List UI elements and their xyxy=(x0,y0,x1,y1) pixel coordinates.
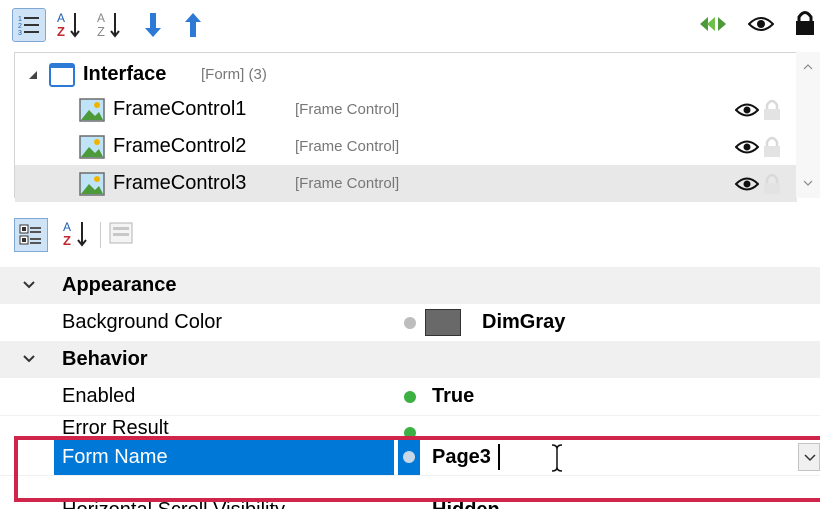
sort-az-alt-icon: A Z xyxy=(97,11,120,39)
category-behavior[interactable]: Behavior xyxy=(0,341,820,378)
property-toolbar: A Z xyxy=(0,208,820,263)
lock-icon xyxy=(796,11,814,35)
form-icon xyxy=(49,62,75,87)
lock-icon[interactable] xyxy=(763,99,781,121)
property-row-enabled[interactable]: Enabled True xyxy=(0,378,820,416)
chevron-down-icon[interactable] xyxy=(22,278,36,292)
alphabetical-properties-button[interactable]: A Z xyxy=(60,218,92,252)
status-dot-icon xyxy=(404,317,416,329)
categorized-view-icon: 1 2 3 xyxy=(18,16,39,37)
property-label: Error Result xyxy=(62,417,169,437)
sort-az-icon: A Z xyxy=(63,220,87,248)
tree-item-framecontrol1[interactable]: FrameControl1 [Frame Control] xyxy=(15,91,797,128)
eye-icon[interactable] xyxy=(735,103,759,117)
svg-text:3: 3 xyxy=(18,30,22,37)
category-label: Appearance xyxy=(62,274,177,296)
tree-item-type: [Frame Control] xyxy=(295,175,400,192)
property-pages-icon xyxy=(109,222,133,244)
tree-item-label: FrameControl1 xyxy=(113,98,247,120)
property-pages-button[interactable] xyxy=(108,220,138,250)
lock-toggle-all[interactable] xyxy=(794,10,816,41)
categorized-properties-icon xyxy=(19,224,41,245)
highlight-annotation-box xyxy=(14,436,820,502)
svg-text:2: 2 xyxy=(18,23,22,30)
scroll-down-icon[interactable] xyxy=(803,180,813,186)
property-label: Enabled xyxy=(62,385,136,407)
toolbar-separator xyxy=(100,222,101,248)
sort-az-alt-button[interactable]: A Z xyxy=(92,8,126,42)
collapse-button[interactable] xyxy=(698,14,728,39)
svg-text:Z: Z xyxy=(63,233,71,248)
category-label: Behavior xyxy=(62,348,148,370)
move-down-icon xyxy=(145,13,161,37)
svg-text:A: A xyxy=(97,11,105,25)
move-up-button[interactable] xyxy=(176,8,210,42)
expand-triangle-icon[interactable] xyxy=(27,69,39,81)
tree-item-type: [Frame Control] xyxy=(295,138,400,155)
image-control-icon xyxy=(79,134,105,159)
move-down-button[interactable] xyxy=(136,8,170,42)
visibility-toggle-all[interactable] xyxy=(747,16,775,37)
svg-text:A: A xyxy=(63,220,71,234)
tree-item-label: FrameControl2 xyxy=(113,135,247,157)
lock-icon[interactable] xyxy=(763,173,781,195)
tree-item-framecontrol2[interactable]: FrameControl2 [Frame Control] xyxy=(15,128,797,165)
eye-icon[interactable] xyxy=(735,140,759,154)
chevron-down-icon[interactable] xyxy=(22,352,36,366)
property-row-background-color[interactable]: Background Color DimGray xyxy=(0,304,820,342)
categorized-properties-button[interactable] xyxy=(14,218,48,252)
svg-text:Z: Z xyxy=(57,24,65,39)
tree-item-type: [Frame Control] xyxy=(295,101,400,118)
tree-item-label: FrameControl3 xyxy=(113,172,247,194)
tree-item-label: Interface xyxy=(83,63,167,85)
scroll-up-icon[interactable] xyxy=(803,64,813,70)
property-label: Background Color xyxy=(62,311,223,333)
svg-text:1: 1 xyxy=(18,16,22,23)
control-tree: Interface [Form] (3) FrameControl1 [Fram… xyxy=(14,52,804,202)
collapse-arrows-icon xyxy=(700,17,726,31)
tree-scrollbar[interactable] xyxy=(796,52,820,198)
image-control-icon xyxy=(79,171,105,196)
property-value[interactable]: True xyxy=(432,385,474,408)
image-control-icon xyxy=(79,97,105,122)
property-row-error-result[interactable]: Error Result xyxy=(0,415,820,437)
tree-item-type: [Form] (3) xyxy=(201,66,267,83)
categorized-view-button[interactable]: 1 2 3 xyxy=(12,8,46,42)
status-dot-icon xyxy=(404,391,416,403)
sort-az-icon: A Z xyxy=(57,11,80,39)
sort-az-button[interactable]: A Z xyxy=(52,8,86,42)
move-up-icon xyxy=(185,13,201,37)
lock-icon[interactable] xyxy=(763,136,781,158)
svg-text:Z: Z xyxy=(97,24,105,39)
svg-text:A: A xyxy=(57,11,65,25)
category-appearance[interactable]: Appearance xyxy=(0,267,820,304)
property-value[interactable]: DimGray xyxy=(482,311,565,334)
tree-item-interface[interactable]: Interface [Form] (3) xyxy=(15,56,797,93)
eye-icon xyxy=(747,17,775,31)
tree-item-framecontrol3[interactable]: FrameControl3 [Frame Control] xyxy=(15,165,797,202)
color-swatch xyxy=(425,309,461,336)
tree-toolbar: 1 2 3 A Z A Z xyxy=(0,0,820,50)
eye-icon[interactable] xyxy=(735,177,759,191)
